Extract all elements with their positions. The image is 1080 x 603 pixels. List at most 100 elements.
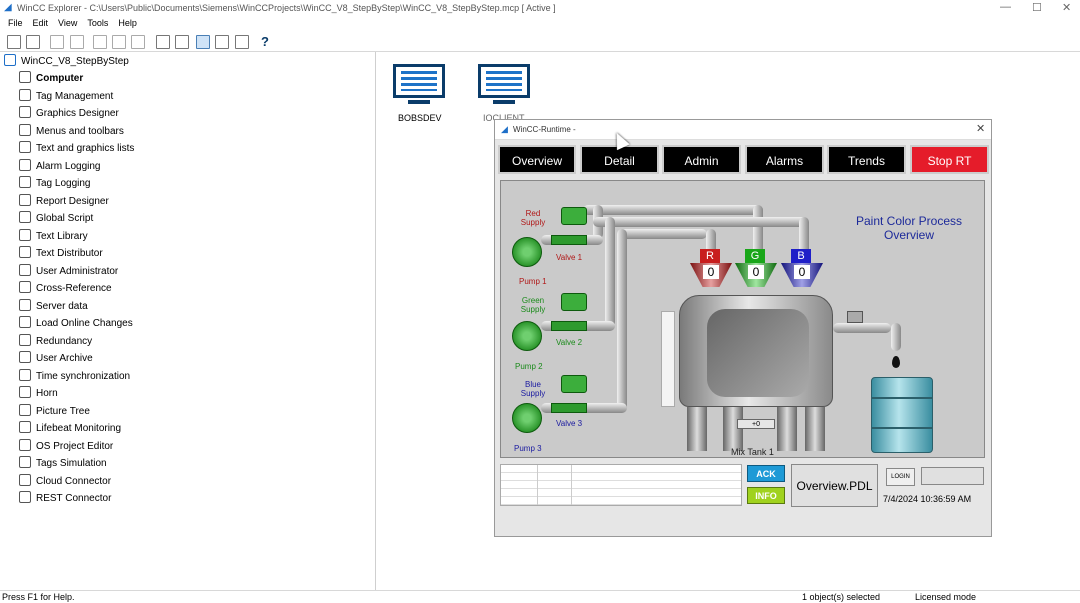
- computer-icon[interactable]: [393, 64, 445, 104]
- tree-item-tag-management[interactable]: Tag Management: [19, 88, 113, 105]
- tree-item-report-designer[interactable]: Report Designer: [19, 193, 109, 210]
- tree-item-menus-and-toolbars[interactable]: Menus and toolbars: [19, 123, 124, 140]
- nav-detail-button[interactable]: Detail: [580, 145, 659, 174]
- menus-toolbars-icon: [19, 123, 31, 136]
- tree-item-label: Cloud Connector: [36, 475, 112, 487]
- menu-view[interactable]: View: [58, 18, 77, 28]
- tank-leg: [777, 407, 797, 451]
- pump-3[interactable]: [512, 403, 542, 433]
- tree-item-graphics-designer[interactable]: Graphics Designer: [19, 106, 119, 122]
- cut-icon[interactable]: [93, 35, 107, 49]
- tree-item-user-archive[interactable]: User Archive: [19, 351, 93, 367]
- nav-stop-rt-button[interactable]: Stop RT: [910, 145, 989, 174]
- menu-edit[interactable]: Edit: [33, 18, 49, 28]
- menu-help[interactable]: Help: [118, 18, 137, 28]
- cross-reference-icon: [19, 281, 31, 293]
- tree-item-load-online-changes[interactable]: Load Online Changes: [19, 316, 133, 332]
- nav-alarms-button[interactable]: Alarms: [745, 145, 824, 174]
- copy-icon[interactable]: [112, 35, 126, 49]
- pipe: [593, 217, 807, 227]
- open-project-icon[interactable]: [26, 35, 40, 49]
- maximize-button[interactable]: ☐: [1032, 1, 1042, 14]
- new-project-icon[interactable]: [7, 35, 21, 49]
- menu-tools[interactable]: Tools: [87, 18, 108, 28]
- pump-label: Pump 3: [514, 444, 542, 453]
- tree-item-cloud-connector[interactable]: Cloud Connector: [19, 473, 112, 490]
- tree-item-os-project-editor[interactable]: OS Project Editor: [19, 438, 113, 455]
- info-button[interactable]: INFO: [747, 487, 785, 504]
- runtime-close-button[interactable]: ✕: [976, 122, 985, 135]
- computer-icon[interactable]: [478, 64, 530, 104]
- tree-item-server-data[interactable]: Server data: [19, 298, 88, 315]
- tree-item-rest-connector[interactable]: REST Connector: [19, 491, 111, 507]
- pipe: [617, 229, 707, 239]
- tree-item-user-administrator[interactable]: User Administrator: [19, 263, 118, 280]
- window-title: WinCC Explorer - C:\Users\Public\Documen…: [17, 3, 556, 13]
- close-button[interactable]: ✕: [1062, 1, 1071, 14]
- menu-file[interactable]: File: [8, 18, 23, 28]
- tree-item-alarm-logging[interactable]: Alarm Logging: [19, 158, 100, 175]
- tree-item-text-and-graphics-lists[interactable]: Text and graphics lists: [19, 141, 134, 157]
- tree-item-time-synchronization[interactable]: Time synchronization: [19, 368, 131, 385]
- pump-2[interactable]: [512, 321, 542, 351]
- pipe: [617, 229, 627, 411]
- pipe: [605, 217, 615, 327]
- tree-item-text-library[interactable]: Text Library: [19, 228, 88, 245]
- details-view-icon[interactable]: [215, 35, 229, 49]
- help-icon[interactable]: ?: [261, 34, 269, 49]
- hopper-red[interactable]: R 0: [690, 249, 732, 287]
- supply-motor: [561, 293, 587, 311]
- hopper-green[interactable]: G 0: [735, 249, 777, 287]
- level-scrollbar[interactable]: [661, 311, 675, 407]
- paint-drum[interactable]: [871, 377, 933, 453]
- process-title: Paint Color Process Overview: [855, 214, 963, 242]
- large-icons-icon[interactable]: [156, 35, 170, 49]
- minimize-button[interactable]: —: [1000, 1, 1011, 13]
- nav-overview-button[interactable]: Overview: [498, 145, 576, 174]
- activate-icon[interactable]: [70, 35, 84, 49]
- horn-icon: [19, 386, 31, 398]
- login-button[interactable]: LOGIN: [886, 468, 915, 486]
- ack-button[interactable]: ACK: [747, 465, 785, 482]
- tree-item-computer[interactable]: Computer: [19, 71, 83, 87]
- tree-item-label: Horn: [36, 388, 58, 399]
- alarm-table[interactable]: [500, 464, 742, 506]
- tree-item-label: Time synchronization: [36, 370, 131, 382]
- date-time: 7/4/2024 10:36:59 AM: [883, 494, 972, 504]
- tree-item-tag-logging[interactable]: Tag Logging: [19, 176, 91, 192]
- properties-icon[interactable]: [235, 35, 249, 49]
- pump-1[interactable]: [512, 237, 542, 267]
- stop-icon[interactable]: [50, 35, 64, 49]
- small-icons-icon[interactable]: [175, 35, 189, 49]
- tree-item-horn[interactable]: Horn: [19, 386, 58, 402]
- pump-label: Pump 1: [519, 277, 547, 286]
- tree-item-label: Server data: [36, 300, 88, 312]
- app-icon: ◢: [4, 2, 12, 13]
- valve-3[interactable]: [551, 403, 587, 413]
- tree-item-global-script[interactable]: Global Script: [19, 211, 93, 227]
- hopper-value: 0: [794, 265, 810, 279]
- tree-item-redundancy[interactable]: Redundancy: [19, 333, 92, 350]
- tree-item-label: Graphics Designer: [36, 108, 119, 119]
- tree-item-tags-simulation[interactable]: Tags Simulation: [19, 456, 107, 472]
- tree-item-label: Tag Logging: [36, 178, 91, 189]
- tree-item-lifebeat-monitoring[interactable]: Lifebeat Monitoring: [19, 421, 121, 437]
- tree-root[interactable]: WinCC_V8_StepByStep: [4, 54, 129, 70]
- tree-item-text-distributor[interactable]: Text Distributor: [19, 246, 103, 262]
- runtime-window[interactable]: ◢ WinCC-Runtime - ✕ Overview Detail Admi…: [494, 119, 992, 537]
- tree-item-cross-reference[interactable]: Cross-Reference: [19, 281, 112, 297]
- tree-item-picture-tree[interactable]: Picture Tree: [19, 403, 90, 420]
- valve-2[interactable]: [551, 321, 587, 331]
- lifebeat-icon: [19, 421, 31, 433]
- valve-label: Valve 1: [556, 253, 583, 262]
- navigation-tree: WinCC_V8_StepByStep Computer Tag Manageme…: [0, 52, 376, 590]
- list-view-icon[interactable]: [196, 35, 210, 49]
- valve-1[interactable]: [551, 235, 587, 245]
- nav-admin-button[interactable]: Admin: [662, 145, 741, 174]
- user-administrator-icon: [19, 263, 31, 276]
- user-field[interactable]: [921, 467, 984, 485]
- paste-icon[interactable]: [131, 35, 145, 49]
- nav-trends-button[interactable]: Trends: [827, 145, 906, 174]
- tank-leg: [805, 407, 825, 451]
- hopper-blue[interactable]: B 0: [781, 249, 823, 287]
